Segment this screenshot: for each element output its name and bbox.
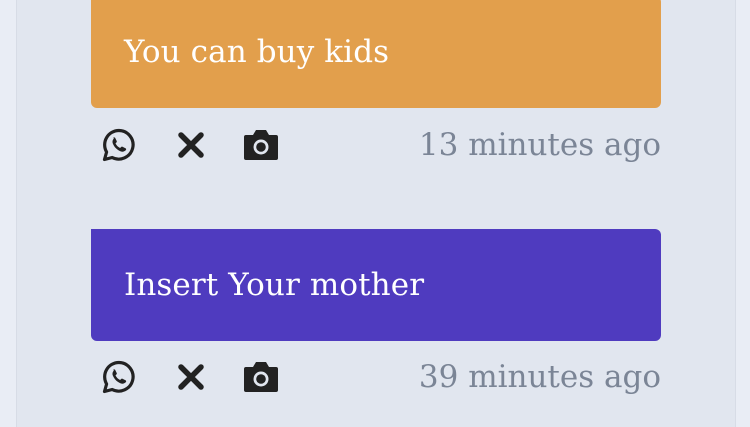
whatsapp-share-button[interactable] xyxy=(99,357,139,397)
message-actions: 39 minutes ago xyxy=(99,357,661,397)
message-bubble[interactable]: Insert Your mother xyxy=(91,229,661,341)
whatsapp-icon xyxy=(102,128,135,162)
message-text: You can buy kids xyxy=(124,34,390,70)
message-text: Insert Your mother xyxy=(124,267,425,303)
whatsapp-share-button[interactable] xyxy=(99,125,139,165)
whatsapp-icon xyxy=(102,360,135,394)
timestamp: 13 minutes ago xyxy=(418,127,661,163)
message-bubble[interactable]: You can buy kids xyxy=(91,0,661,108)
timestamp: 39 minutes ago xyxy=(418,359,661,395)
camera-button[interactable] xyxy=(241,357,281,397)
message-feed: You can buy kids 13 minutes ago Insert Y… xyxy=(16,0,736,427)
delete-button[interactable] xyxy=(171,125,211,165)
close-icon xyxy=(178,364,204,390)
camera-icon xyxy=(244,362,278,392)
delete-button[interactable] xyxy=(171,357,211,397)
message-actions: 13 minutes ago xyxy=(99,125,661,165)
camera-button[interactable] xyxy=(241,125,281,165)
camera-icon xyxy=(244,130,278,160)
close-icon xyxy=(178,132,204,158)
